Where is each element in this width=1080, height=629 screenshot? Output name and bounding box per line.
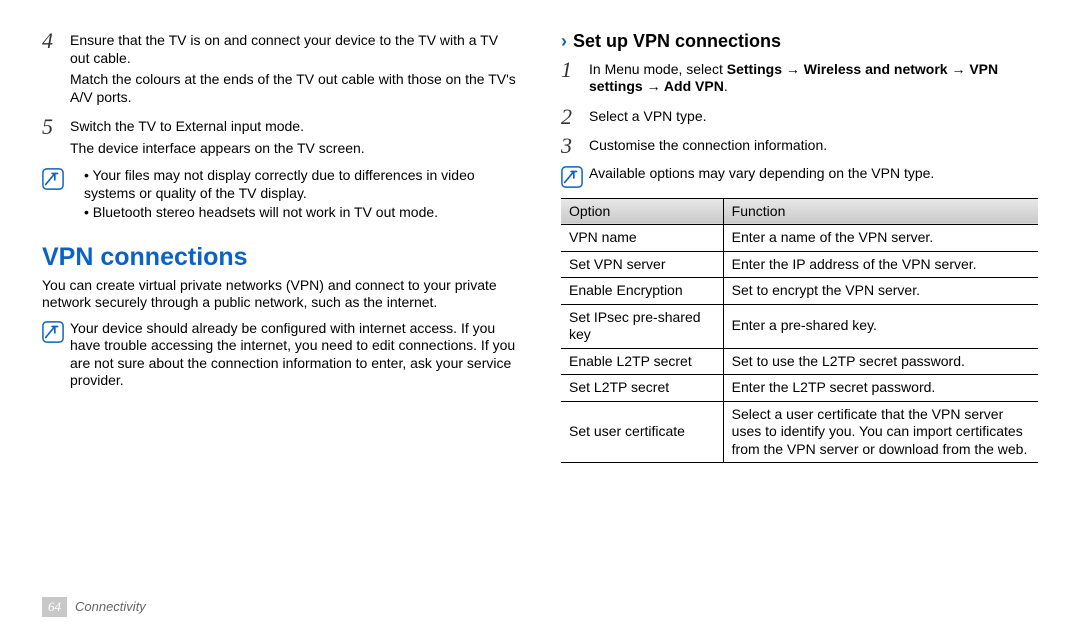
note-icon xyxy=(42,168,64,190)
note-box: Your device should already be configured… xyxy=(42,320,519,392)
table-header: Option xyxy=(561,198,723,225)
step-body: Select a VPN type. xyxy=(589,106,1038,130)
step-number: 4 xyxy=(42,30,70,52)
page-number: 64 xyxy=(42,597,67,617)
note-box: Available options may vary depending on … xyxy=(561,165,1038,188)
function-cell: Set to use the L2TP secret password. xyxy=(723,348,1038,375)
step-text: Ensure that the TV is on and connect you… xyxy=(70,32,519,67)
note-body: Your files may not display correctly due… xyxy=(70,167,519,224)
step-text: Switch the TV to External input mode. xyxy=(70,118,519,136)
left-column: 4 Ensure that the TV is on and connect y… xyxy=(42,30,519,595)
option-cell: Set L2TP secret xyxy=(561,375,723,402)
table-row: Enable L2TP secret Set to use the L2TP s… xyxy=(561,348,1038,375)
footer-section-label: Connectivity xyxy=(75,599,146,615)
table-row: Set IPsec pre-shared key Enter a pre-sha… xyxy=(561,304,1038,348)
step-number: 2 xyxy=(561,106,589,128)
option-cell: Enable L2TP secret xyxy=(561,348,723,375)
note-bullets: Your files may not display correctly due… xyxy=(70,167,519,222)
step-text: The device interface appears on the TV s… xyxy=(70,140,519,158)
function-cell: Select a user certificate that the VPN s… xyxy=(723,401,1038,463)
step-3: 3 Customise the connection information. xyxy=(561,135,1038,159)
step-body: In Menu mode, select Settings → Wireless… xyxy=(589,59,1038,100)
table-row: VPN name Enter a name of the VPN server. xyxy=(561,225,1038,252)
right-column: › Set up VPN connections 1 In Menu mode,… xyxy=(561,30,1038,595)
option-cell: Set user certificate xyxy=(561,401,723,463)
note-box: Your files may not display correctly due… xyxy=(42,167,519,224)
note-text: Your device should already be configured… xyxy=(70,320,519,390)
step-1: 1 In Menu mode, select Settings → Wirele… xyxy=(561,59,1038,100)
function-cell: Enter the L2TP secret password. xyxy=(723,375,1038,402)
text: . xyxy=(724,78,728,94)
function-cell: Set to encrypt the VPN server. xyxy=(723,278,1038,305)
note-icon xyxy=(561,166,583,188)
section-intro: You can create virtual private networks … xyxy=(42,277,519,312)
step-body: Switch the TV to External input mode. Th… xyxy=(70,116,519,161)
subsection-heading: › Set up VPN connections xyxy=(561,30,1038,53)
step-body: Ensure that the TV is on and connect you… xyxy=(70,30,519,110)
table-header-row: Option Function xyxy=(561,198,1038,225)
page: 4 Ensure that the TV is on and connect y… xyxy=(0,0,1080,629)
step-2: 2 Select a VPN type. xyxy=(561,106,1038,130)
step-text: In Menu mode, select Settings → Wireless… xyxy=(589,61,1038,96)
note-text: Available options may vary depending on … xyxy=(589,165,1038,183)
table-row: Enable Encryption Set to encrypt the VPN… xyxy=(561,278,1038,305)
option-cell: Set VPN server xyxy=(561,251,723,278)
note-icon xyxy=(42,321,64,343)
note-body: Your device should already be configured… xyxy=(70,320,519,392)
function-cell: Enter a name of the VPN server. xyxy=(723,225,1038,252)
option-cell: VPN name xyxy=(561,225,723,252)
subsection-title: Set up VPN connections xyxy=(573,30,781,53)
step-body: Customise the connection information. xyxy=(589,135,1038,159)
text: In Menu mode, select xyxy=(589,61,727,77)
table-body: VPN name Enter a name of the VPN server.… xyxy=(561,225,1038,463)
table-header: Function xyxy=(723,198,1038,225)
step-text: Match the colours at the ends of the TV … xyxy=(70,71,519,106)
function-cell: Enter the IP address of the VPN server. xyxy=(723,251,1038,278)
options-table: Option Function VPN name Enter a name of… xyxy=(561,198,1038,464)
step-4: 4 Ensure that the TV is on and connect y… xyxy=(42,30,519,110)
table-row: Set VPN server Enter the IP address of t… xyxy=(561,251,1038,278)
chevron-icon: › xyxy=(561,32,567,50)
step-number: 3 xyxy=(561,135,589,157)
note-bullet: Your files may not display correctly due… xyxy=(84,167,519,202)
option-cell: Enable Encryption xyxy=(561,278,723,305)
function-cell: Enter a pre-shared key. xyxy=(723,304,1038,348)
option-cell: Set IPsec pre-shared key xyxy=(561,304,723,348)
step-5: 5 Switch the TV to External input mode. … xyxy=(42,116,519,161)
page-footer: 64 Connectivity xyxy=(42,595,1038,619)
section-title: VPN connections xyxy=(42,242,519,273)
note-body: Available options may vary depending on … xyxy=(589,165,1038,185)
note-bullet: Bluetooth stereo headsets will not work … xyxy=(84,204,519,222)
step-number: 5 xyxy=(42,116,70,138)
step-number: 1 xyxy=(561,59,589,81)
step-text: Customise the connection information. xyxy=(589,137,1038,155)
step-text: Select a VPN type. xyxy=(589,108,1038,126)
two-column-layout: 4 Ensure that the TV is on and connect y… xyxy=(42,30,1038,595)
table-row: Set L2TP secret Enter the L2TP secret pa… xyxy=(561,375,1038,402)
table-row: Set user certificate Select a user certi… xyxy=(561,401,1038,463)
